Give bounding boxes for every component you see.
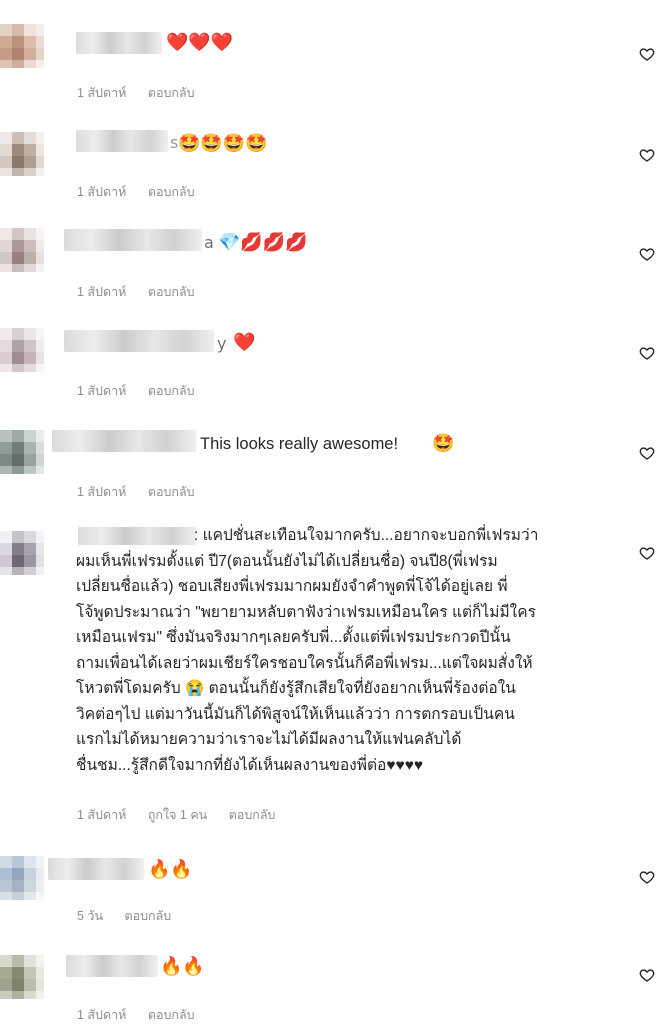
- comment-meta: 1 สัปดาห์ ตอบกลับ: [77, 83, 213, 103]
- comment-line: แรกไม่ได้หมายความว่าเราจะไม่ได้มีผลงานให…: [76, 731, 462, 748]
- comment-meta: 1 สัปดาห์ ตอบกลับ: [77, 381, 213, 401]
- comment-emojis: ❤️: [233, 332, 256, 353]
- avatar[interactable]: [0, 531, 44, 575]
- avatar[interactable]: [0, 132, 44, 176]
- comment-emojis: 🤩🤩🤩🤩: [178, 133, 268, 154]
- heart-outline-icon[interactable]: [639, 345, 655, 361]
- reply-button[interactable]: ตอบกลับ: [148, 86, 195, 100]
- comment-time[interactable]: 1 สัปดาห์: [77, 86, 126, 100]
- comment-line: เหมือนเฟรม" ซึ่งมันจริงมากๆเลยครับพี่...…: [76, 629, 511, 646]
- comment-meta: 5 วัน ตอบกลับ: [77, 906, 189, 926]
- comment-time[interactable]: 1 สัปดาห์: [77, 1008, 126, 1022]
- comment-time[interactable]: 1 สัปดาห์: [77, 808, 126, 822]
- reply-button[interactable]: ตอบกลับ: [124, 909, 171, 923]
- comment-line: ผมเห็นพี่เฟรมตั้งแต่ ปี7(ตอนนั้นยังไม่ได…: [76, 552, 498, 570]
- blurred-username[interactable]: [64, 330, 214, 352]
- avatar[interactable]: [0, 856, 44, 900]
- comment-text: : แคปชั่นสะเทือนใจมากครับ...อยากจะบอกพี่…: [76, 523, 656, 778]
- blurred-username[interactable]: [64, 229, 202, 251]
- blurred-username[interactable]: [76, 32, 162, 54]
- comment-time[interactable]: 5 วัน: [77, 909, 103, 923]
- comment-line: ชื่นชม...รู้สึกดีใจมากที่ยังได้เห็นผลงาน…: [76, 756, 424, 774]
- reply-button[interactable]: ตอบกลับ: [148, 485, 195, 499]
- likes-count[interactable]: ถูกใจ 1 คน: [148, 808, 207, 822]
- heart-outline-icon[interactable]: [639, 445, 655, 461]
- comment-emojis: 💎💋💋💋: [218, 232, 308, 253]
- comment-emojis: 🔥🔥: [160, 956, 205, 977]
- comment-time[interactable]: 1 สัปดาห์: [77, 285, 126, 299]
- comment-time[interactable]: 1 สัปดาห์: [77, 185, 126, 199]
- heart-outline-icon[interactable]: [639, 46, 655, 62]
- comment-emojis: 🔥🔥: [148, 859, 193, 880]
- avatar[interactable]: [0, 24, 44, 68]
- comment-meta: 1 สัปดาห์ ตอบกลับ: [77, 482, 213, 502]
- comment-text: This looks really awesome!: [200, 435, 399, 453]
- comment-line: โหวตพี่โดมครับ 😭 ตอนนั้นก็ยังรู้สึกเสียใ…: [76, 680, 516, 697]
- comment-emojis: 🤩: [432, 433, 455, 454]
- blurred-username[interactable]: [66, 955, 158, 977]
- reply-button[interactable]: ตอบกลับ: [148, 1008, 195, 1022]
- avatar[interactable]: [0, 328, 44, 372]
- comment-line: วิคต่อๆไป แต่มาวันนี้มันก็ได้พิสูจน์ให้เ…: [76, 705, 515, 723]
- avatar[interactable]: [0, 430, 44, 474]
- heart-outline-icon[interactable]: [639, 545, 655, 561]
- comment-text: a: [204, 233, 214, 252]
- heart-outline-icon[interactable]: [639, 246, 655, 262]
- comment-time[interactable]: 1 สัปดาห์: [77, 384, 126, 398]
- avatar[interactable]: [0, 955, 44, 999]
- comment-meta: 1 สัปดาห์ ตอบกลับ: [77, 182, 213, 202]
- reply-button[interactable]: ตอบกลับ: [148, 285, 195, 299]
- blurred-username[interactable]: [52, 430, 196, 452]
- comment-emojis: ❤️❤️❤️: [166, 32, 234, 53]
- heart-outline-icon[interactable]: [639, 869, 655, 885]
- blurred-username[interactable]: [48, 858, 144, 880]
- comment-meta: 1 สัปดาห์ ถูกใจ 1 คน ตอบกลับ: [77, 805, 293, 825]
- comment-meta: 1 สัปดาห์ ตอบกลับ: [77, 1005, 213, 1025]
- reply-button[interactable]: ตอบกลับ: [229, 808, 276, 822]
- heart-outline-icon[interactable]: [639, 147, 655, 163]
- heart-outline-icon[interactable]: [639, 967, 655, 983]
- comment-time[interactable]: 1 สัปดาห์: [77, 485, 126, 499]
- comment-line: ถามเพื่อนได้เลยว่าผมเชียร์ใครชอบใครนั้นก…: [76, 654, 533, 672]
- avatar[interactable]: [0, 228, 44, 272]
- comment-text: y: [217, 334, 227, 353]
- comment-line: : แคปชั่นสะเทือนใจมากครับ...อยากจะบอกพี่…: [194, 527, 539, 544]
- comment-line: โจ้พูดประมาณว่า "พยายามหลับตาฟังว่าเฟรมเ…: [76, 603, 536, 621]
- reply-button[interactable]: ตอบกลับ: [148, 384, 195, 398]
- comment-line: เปลี่ยนชื่อแล้ว) ชอบเสียงพี่เฟรมมากผมยัง…: [76, 578, 508, 595]
- reply-button[interactable]: ตอบกลับ: [148, 185, 195, 199]
- blurred-username[interactable]: [76, 130, 168, 152]
- comment-meta: 1 สัปดาห์ ตอบกลับ: [77, 282, 213, 302]
